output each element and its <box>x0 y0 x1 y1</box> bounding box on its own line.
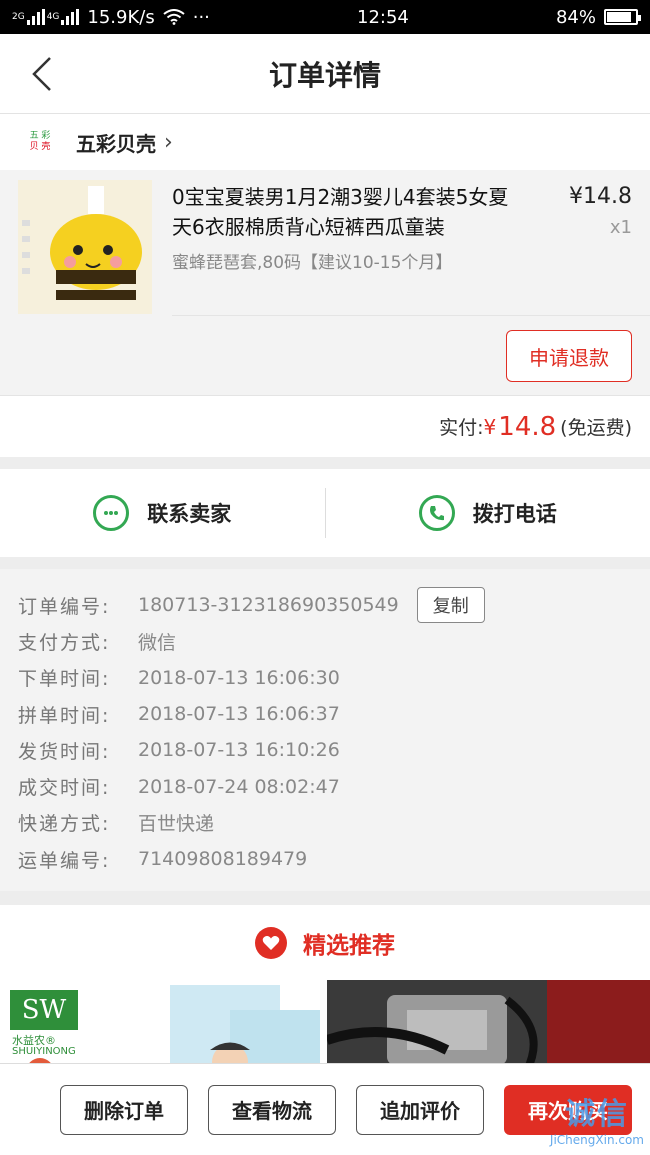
order-info-row: 支付方式: 微信 <box>18 623 632 659</box>
brand-logo: SW <box>21 995 67 1026</box>
tracking-number-value: 71409808189479 <box>138 848 308 871</box>
chat-icon <box>93 495 130 531</box>
wifi-icon <box>163 9 185 25</box>
paid-amount: 14.8 <box>498 411 557 442</box>
brand-name-en: SHUIYINONG <box>12 1046 76 1058</box>
shop-logo: 五 彩 贝 壳 <box>29 131 51 152</box>
call-label: 拨打电话 <box>472 502 557 526</box>
payment-method-value: 微信 <box>138 631 177 654</box>
view-logistics-button[interactable]: 查看物流 <box>208 1084 336 1135</box>
delete-order-button[interactable]: 删除订单 <box>60 1084 188 1135</box>
product-title: 0宝宝夏装男1月2潮3婴儿4套装5女夏天6衣服棉质背心短裤西瓜童装 <box>172 185 509 239</box>
deal-time-label: 成交时间: <box>18 777 111 800</box>
order-info-row: 订单编号: 180713-312318690350549 复制 <box>18 587 632 624</box>
product-quantity: x1 <box>609 217 632 238</box>
refund-button[interactable]: 申请退款 <box>506 330 632 382</box>
ship-time-value: 2018-07-13 16:10:26 <box>138 739 340 762</box>
page-title: 订单详情 <box>268 58 381 92</box>
payment-method-label: 支付方式: <box>18 631 111 654</box>
shop-name: 五彩贝壳 <box>76 131 156 156</box>
paid-label: 实付: <box>439 417 484 439</box>
order-info-row: 拼单时间: 2018-07-13 16:06:37 <box>18 696 632 732</box>
network-type-label: 2G <box>12 11 25 22</box>
recommend-header: 精选推荐 <box>0 905 650 981</box>
contact-bar: 联系卖家 拨打电话 <box>0 469 650 557</box>
contact-seller-label: 联系卖家 <box>147 502 232 526</box>
refund-row: 申请退款 <box>172 315 650 395</box>
battery-icon <box>603 9 641 25</box>
status-bar: 2G 4G 15.9K/s ··· 12:54 84% <box>0 0 650 34</box>
payment-summary: 实付: ¥ 14.8 (免运费) <box>0 395 650 457</box>
product-thumbnail <box>18 180 152 314</box>
watermark: 诚信 JiChengXin.com <box>549 1097 644 1147</box>
network-type-label-2: 4G <box>46 11 60 22</box>
order-time-value: 2018-07-13 16:06:30 <box>138 666 340 689</box>
deal-time-value: 2018-07-24 08:02:47 <box>138 775 340 798</box>
paid-currency: ¥ <box>483 414 497 439</box>
call-button[interactable]: 拨打电话 <box>326 469 650 557</box>
order-time-label: 下单时间: <box>18 668 111 691</box>
courier-value: 百世快递 <box>138 813 215 836</box>
tracking-number-label: 运单编号: <box>18 849 111 872</box>
network-speed: 15.9K/s <box>87 6 155 28</box>
courier-label: 快递方式: <box>18 813 111 836</box>
phone-icon <box>418 495 455 531</box>
contact-seller-button[interactable]: 联系卖家 <box>0 469 325 557</box>
add-review-button[interactable]: 追加评价 <box>356 1084 484 1135</box>
battery-percent: 84% <box>555 6 596 28</box>
order-info-row: 成交时间: 2018-07-24 08:02:47 <box>18 768 632 804</box>
group-time-label: 拼单时间: <box>18 704 111 727</box>
ship-time-label: 发货时间: <box>18 740 111 763</box>
chevron-right-icon: › <box>164 129 173 155</box>
copy-button[interactable]: 复制 <box>416 587 485 624</box>
more-notifications-icon: ··· <box>192 6 210 28</box>
shop-row[interactable]: 五 彩 贝 壳 五彩贝壳 › <box>0 114 650 170</box>
product-spec: 蜜蜂琵琶套,80码【建议10-15个月】 <box>172 253 453 273</box>
order-info-row: 发货时间: 2018-07-13 16:10:26 <box>18 732 632 768</box>
order-info-row: 下单时间: 2018-07-13 16:06:30 <box>18 660 632 696</box>
heart-icon <box>255 926 287 959</box>
app-header: 订单详情 <box>0 34 650 114</box>
order-number-value: 180713-312318690350549 <box>138 594 399 617</box>
recommend-title: 精选推荐 <box>303 932 395 959</box>
group-time-value: 2018-07-13 16:06:37 <box>138 703 340 726</box>
signal-icon: 2G 4G <box>12 9 80 25</box>
order-number-label: 订单编号: <box>18 595 111 618</box>
order-info-row: 运单编号: 71409808189479 <box>18 841 632 877</box>
product-item[interactable]: 0宝宝夏装男1月2潮3婴儿4套装5女夏天6衣服棉质背心短裤西瓜童装 蜜蜂琵琶套,… <box>0 170 650 315</box>
clock: 12:54 <box>357 6 409 28</box>
shipping-note: (免运费) <box>560 417 632 439</box>
product-price: ¥14.8 <box>569 184 632 209</box>
order-info: 订单编号: 180713-312318690350549 复制 支付方式: 微信… <box>0 569 650 892</box>
back-arrow-icon[interactable] <box>28 56 62 92</box>
order-info-row: 快递方式: 百世快递 <box>18 805 632 841</box>
